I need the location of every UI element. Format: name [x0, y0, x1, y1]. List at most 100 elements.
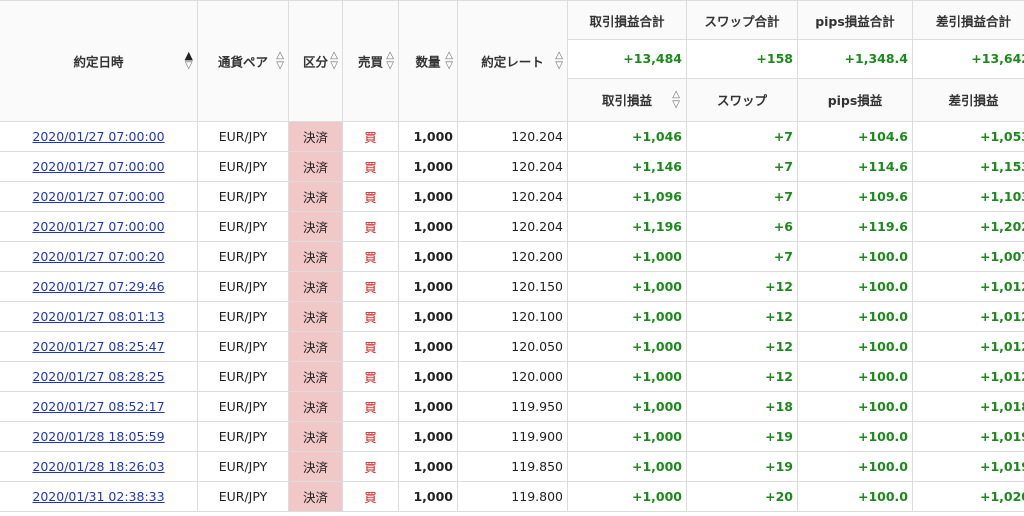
trade-date-link[interactable]: 2020/01/27 08:01:13	[32, 309, 164, 324]
net-cell: +1,012	[912, 301, 1024, 332]
swap-cell: +12	[686, 271, 798, 302]
trade-date-link[interactable]: 2020/01/27 08:25:47	[32, 339, 164, 354]
col-header-qty[interactable]: 数量 △ ▽	[398, 0, 458, 122]
swap-cell: +7	[686, 121, 798, 152]
net-cell: +1,020	[912, 481, 1024, 512]
trade-date-cell: 2020/01/31 02:38:33	[0, 481, 198, 512]
trade-date-cell: 2020/01/28 18:26:03	[0, 451, 198, 482]
trade-date-link[interactable]: 2020/01/31 02:38:33	[32, 489, 164, 504]
trade-date-link[interactable]: 2020/01/27 08:52:17	[32, 399, 164, 414]
sort-desc-icon[interactable]: ▽	[386, 61, 394, 71]
kubun-cell: 決済	[288, 181, 343, 212]
currency-pair-cell: EUR/JPY	[197, 271, 289, 302]
sort-desc-icon[interactable]: ▽	[185, 61, 193, 71]
sort-control[interactable]: △ ▽	[445, 51, 453, 71]
sort-control[interactable]: △ ▽	[555, 51, 563, 71]
swap-cell: +12	[686, 301, 798, 332]
trade-date-link[interactable]: 2020/01/27 08:28:25	[32, 369, 164, 384]
quantity-cell: 1,000	[398, 301, 458, 332]
side-cell: 買	[342, 331, 399, 362]
net-cell: +1,019	[912, 421, 1024, 452]
col-header-pnl-total: 取引損益合計	[567, 0, 687, 41]
table-body: 2020/01/27 07:00:00 EUR/JPY 決済買 1,000 120.20…	[0, 121, 1024, 512]
sort-control[interactable]: △ ▽	[672, 89, 680, 110]
net-cell: +1,007	[912, 241, 1024, 272]
quantity-cell: 1,000	[398, 271, 458, 302]
trade-date-link[interactable]: 2020/01/27 07:00:00	[32, 189, 164, 204]
col-header-rate[interactable]: 約定レート △ ▽	[457, 0, 568, 122]
side-cell: 買	[342, 481, 399, 512]
trade-date-link[interactable]: 2020/01/27 07:00:00	[32, 159, 164, 174]
swap-cell: +18	[686, 391, 798, 422]
currency-pair-cell: EUR/JPY	[197, 241, 289, 272]
pnl-cell: +1,000	[567, 301, 687, 332]
side-cell: 買	[342, 391, 399, 422]
pnl-cell: +1,000	[567, 331, 687, 362]
rate-cell: 120.200	[457, 241, 568, 272]
col-header-net-total: 差引損益合計	[912, 0, 1024, 41]
sort-control[interactable]: △ ▽	[386, 51, 394, 71]
col-header-rate-label: 約定レート	[481, 54, 544, 70]
rate-cell: 119.850	[457, 451, 568, 482]
quantity-cell: 1,000	[398, 121, 458, 152]
sort-desc-icon[interactable]: ▽	[555, 61, 563, 71]
trade-date-cell: 2020/01/27 08:52:17	[0, 391, 198, 422]
net-cell: +1,012	[912, 331, 1024, 362]
col-header-pair[interactable]: 通貨ペア △ ▽	[197, 0, 289, 122]
swap-cell: +7	[686, 241, 798, 272]
swap-cell: +7	[686, 181, 798, 212]
pips-cell: +100.0	[797, 421, 913, 452]
rate-cell: 120.050	[457, 331, 568, 362]
quantity-cell: 1,000	[398, 211, 458, 242]
trade-date-link[interactable]: 2020/01/27 07:00:00	[32, 129, 164, 144]
trade-date-link[interactable]: 2020/01/27 07:00:20	[32, 249, 164, 264]
table-row: 2020/01/27 07:00:20 EUR/JPY 決済買 1,000 120.20…	[0, 241, 1024, 272]
sort-control[interactable]: △ ▽	[276, 51, 284, 71]
currency-pair-cell: EUR/JPY	[197, 121, 289, 152]
swap-cell: +19	[686, 421, 798, 452]
side-cell: 買	[342, 361, 399, 392]
pnl-cell: +1,000	[567, 361, 687, 392]
sort-desc-icon[interactable]: ▽	[330, 61, 338, 71]
swap-cell: +7	[686, 151, 798, 182]
rate-cell: 119.950	[457, 391, 568, 422]
kubun-cell: 決済	[288, 121, 343, 152]
table-row: 2020/01/28 18:05:59 EUR/JPY 決済買 1,000 119.90…	[0, 421, 1024, 452]
kubun-cell: 決済	[288, 391, 343, 422]
table-row: 2020/01/27 08:25:47 EUR/JPY 決済買 1,000 120.05…	[0, 331, 1024, 362]
pnl-cell: +1,000	[567, 271, 687, 302]
pips-cell: +100.0	[797, 481, 913, 512]
kubun-cell: 決済	[288, 241, 343, 272]
sort-control[interactable]: ▲ ▽	[185, 50, 193, 71]
trade-date-link[interactable]: 2020/01/28 18:26:03	[32, 459, 164, 474]
col-header-date[interactable]: 約定日時 ▲ ▽	[0, 0, 198, 122]
pnl-cell: +1,000	[567, 241, 687, 272]
pips-cell: +100.0	[797, 301, 913, 332]
pnl-cell: +1,000	[567, 391, 687, 422]
sort-desc-icon[interactable]: ▽	[672, 99, 680, 110]
trade-date-cell: 2020/01/27 07:00:00	[0, 181, 198, 212]
currency-pair-cell: EUR/JPY	[197, 151, 289, 182]
trade-date-link[interactable]: 2020/01/28 18:05:59	[32, 429, 164, 444]
net-cell: +1,012	[912, 361, 1024, 392]
side-cell: 買	[342, 211, 399, 242]
currency-pair-cell: EUR/JPY	[197, 421, 289, 452]
col-header-side[interactable]: 売買 △ ▽	[342, 0, 399, 122]
col-header-pnl[interactable]: 取引損益 △ ▽	[567, 77, 687, 123]
col-header-kubun[interactable]: 区分 △ ▽	[288, 0, 343, 122]
currency-pair-cell: EUR/JPY	[197, 331, 289, 362]
trade-date-link[interactable]: 2020/01/27 07:00:00	[32, 219, 164, 234]
kubun-cell: 決済	[288, 271, 343, 302]
trade-date-link[interactable]: 2020/01/27 07:29:46	[32, 279, 164, 294]
side-cell: 買	[342, 301, 399, 332]
table-row: 2020/01/28 18:26:03 EUR/JPY 決済買 1,000 119.85…	[0, 451, 1024, 482]
sort-desc-icon[interactable]: ▽	[445, 61, 453, 71]
side-cell: 買	[342, 271, 399, 302]
currency-pair-cell: EUR/JPY	[197, 211, 289, 242]
table-row: 2020/01/31 02:38:33 EUR/JPY 決済買 1,000 119.80…	[0, 481, 1024, 512]
quantity-cell: 1,000	[398, 181, 458, 212]
pnl-cell: +1,096	[567, 181, 687, 212]
table-row: 2020/01/27 08:01:13 EUR/JPY 決済買 1,000 120.10…	[0, 301, 1024, 332]
sort-desc-icon[interactable]: ▽	[276, 61, 284, 71]
sort-control[interactable]: △ ▽	[330, 51, 338, 71]
